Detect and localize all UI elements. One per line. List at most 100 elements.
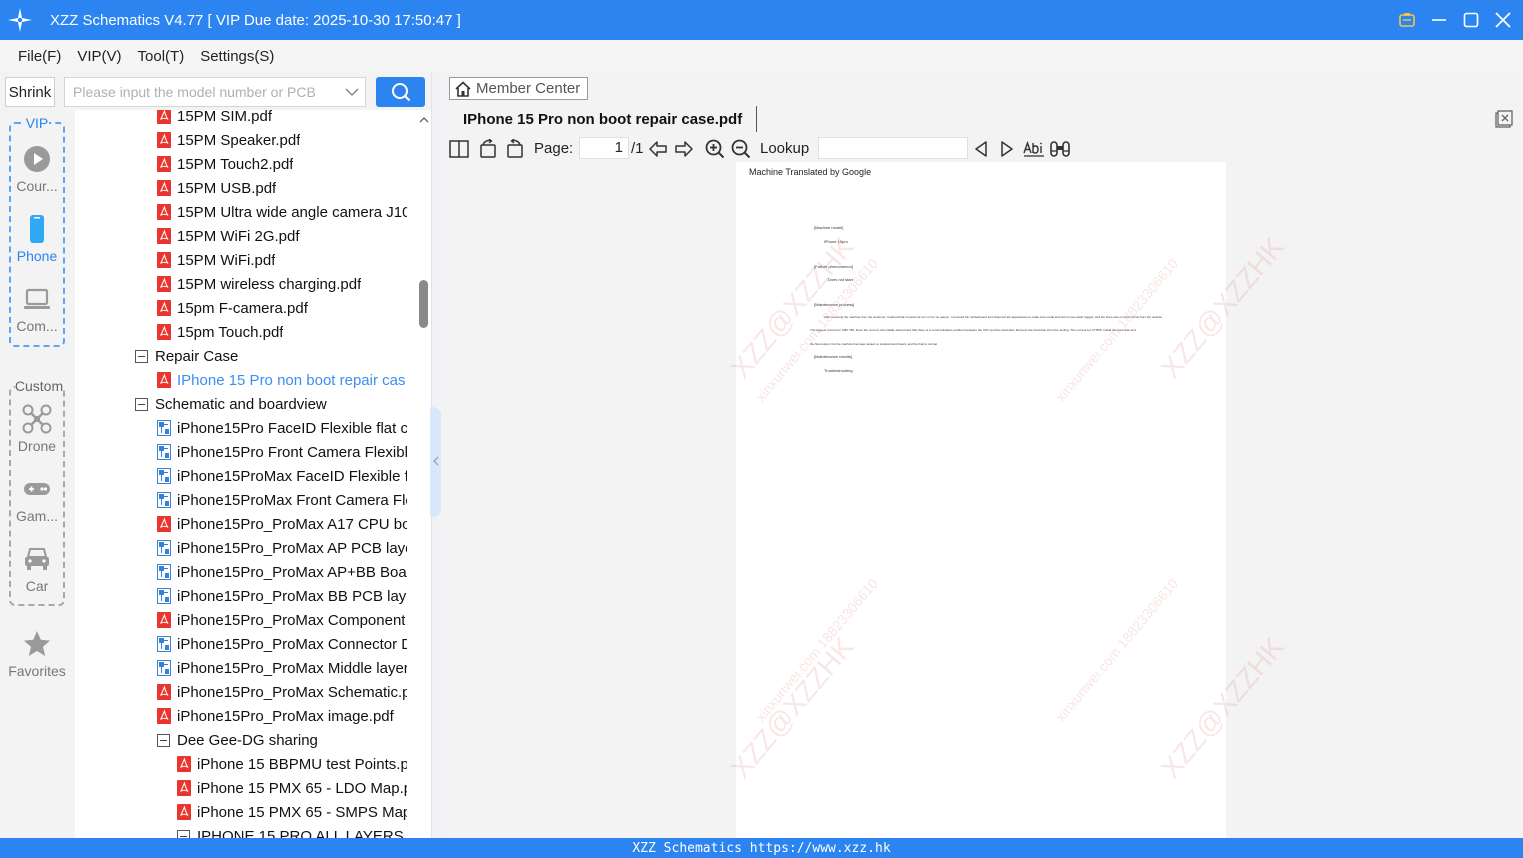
shrink-button[interactable]: Shrink	[5, 77, 55, 107]
category-game[interactable]: Gam...	[0, 474, 74, 524]
pdf-file-icon	[157, 180, 171, 196]
triangle-left-icon	[975, 141, 987, 157]
find-all-button[interactable]	[1049, 138, 1071, 160]
tree-file[interactable]: iPhone15Pro_ProMax Middle layer	[157, 656, 407, 680]
tree-file[interactable]: IPhone 15 Pro non boot repair cas	[157, 368, 407, 392]
tree-file[interactable]: 15PM Speaker.pdf	[157, 128, 407, 152]
tree-file[interactable]: 15PM USB.pdf	[157, 176, 407, 200]
doc-line: Troubleshooting	[824, 368, 853, 373]
category-computer[interactable]: Com...	[0, 284, 74, 334]
rotate-right-button[interactable]	[504, 138, 526, 160]
panel-splitter[interactable]	[430, 72, 442, 838]
tree-file[interactable]: iPhone15ProMax FaceID Flexible fl	[157, 464, 407, 488]
zoom-out-button[interactable]	[730, 138, 752, 160]
pcb-file-icon	[157, 540, 171, 556]
category-favorites[interactable]: Favorites	[0, 629, 74, 679]
model-search-combo[interactable]	[64, 77, 366, 107]
rotate-left-button[interactable]	[477, 138, 499, 160]
whole-word-icon	[1023, 140, 1044, 157]
tree-file[interactable]: iPhone15Pro Front Camera Flexible	[157, 440, 407, 464]
pdf-viewer[interactable]: Machine Translated by Google [Machine mo…	[441, 162, 1523, 838]
menu-file[interactable]: File(F)	[18, 48, 61, 65]
tree-file[interactable]: 15PM wireless charging.pdf	[157, 272, 407, 296]
tree-item-label: iPhone15Pro_ProMax AP+BB Boar	[177, 563, 407, 581]
minimize-button[interactable]	[1429, 10, 1449, 30]
tree-folder[interactable]: Dee Gee-DG sharing	[157, 728, 407, 752]
category-label: Gam...	[15, 508, 58, 524]
category-course[interactable]: Cour...	[0, 144, 74, 194]
watermark: XZZ@XZZHK	[1154, 631, 1290, 784]
tree-file[interactable]: 15PM SIM.pdf	[157, 110, 407, 128]
zoom-in-icon	[705, 139, 725, 159]
tree-file[interactable]: 15PM Ultra wide angle camera J10	[157, 200, 407, 224]
menu-vip[interactable]: VIP(V)	[77, 48, 121, 65]
pdf-file-icon	[177, 780, 191, 796]
next-page-button[interactable]	[673, 138, 695, 160]
collapse-icon[interactable]	[177, 829, 190, 838]
category-car[interactable]: Car	[0, 544, 74, 594]
collapse-icon[interactable]	[135, 349, 148, 363]
tree-item-label: iPhone15ProMax FaceID Flexible fl	[177, 467, 407, 485]
chevron-down-icon[interactable]	[339, 78, 365, 106]
collapse-icon[interactable]	[157, 733, 170, 747]
tree-folder[interactable]: IPHONE 15 PRO ALL LAYERS PI	[177, 824, 407, 838]
car-icon	[25, 548, 49, 570]
tree-file[interactable]: iPhone 15 BBPMU test Points.p	[177, 752, 407, 776]
tree-file[interactable]: 15PM WiFi.pdf	[157, 248, 407, 272]
zoom-in-button[interactable]	[704, 138, 726, 160]
category-label: Cour...	[16, 178, 58, 194]
collapse-icon[interactable]	[135, 397, 148, 411]
lookup-input[interactable]	[818, 137, 968, 159]
tree-file[interactable]: iPhone15Pro_ProMax Component	[157, 608, 407, 632]
two-page-view-button[interactable]	[448, 138, 470, 160]
tree-file[interactable]: iPhone15Pro_ProMax A17 CPU bot	[157, 512, 407, 536]
tree-file[interactable]: 15pm Touch.pdf	[157, 320, 407, 344]
tree-file[interactable]: iPhone15Pro_ProMax image.pdf	[157, 704, 407, 728]
tree-file[interactable]: iPhone15Pro_ProMax Connector D	[157, 632, 407, 656]
doc-line: iPhone 15pro	[824, 239, 848, 244]
prev-page-button[interactable]	[647, 138, 669, 160]
lookup-label: Lookup	[760, 140, 810, 157]
page-number-input[interactable]: 1	[579, 137, 629, 159]
category-drone[interactable]: Drone	[0, 404, 74, 454]
tree-file[interactable]: iPhone15Pro_ProMax AP+BB Boar	[157, 560, 407, 584]
document-tab[interactable]: IPhone 15 Pro non boot repair case.pdf	[451, 106, 758, 132]
tree-item-label: iPhone 15 PMX 65 - SMPS Map	[197, 803, 407, 821]
clipboard-icon[interactable]	[1397, 10, 1417, 30]
tree-scrollbar[interactable]	[415, 110, 431, 838]
tree-file[interactable]: iPhone15Pro_ProMax BB PCB layer	[157, 584, 407, 608]
tree-file[interactable]: 15PM Touch2.pdf	[157, 152, 407, 176]
pcb-file-icon	[157, 444, 171, 460]
menu-settings[interactable]: Settings(S)	[200, 48, 274, 65]
find-previous-button[interactable]	[970, 138, 992, 160]
tree-file[interactable]: iPhone15ProMax Front Camera Fle	[157, 488, 407, 512]
tree-file[interactable]: 15pm F-camera.pdf	[157, 296, 407, 320]
scrollbar-thumb[interactable]	[419, 280, 428, 328]
pdf-header-text: Machine Translated by Google	[749, 167, 872, 177]
arrow-left-icon	[649, 141, 667, 157]
tree-folder[interactable]: Schematic and boardview	[135, 392, 407, 416]
tree-folder[interactable]: Repair Case	[135, 344, 407, 368]
custom-group-label: Custom	[14, 378, 64, 394]
tree-file[interactable]: iPhone 15 PMX 65 - LDO Map.p	[177, 776, 407, 800]
pdf-file-icon	[177, 804, 191, 820]
tree-file[interactable]: iPhone15Pro FaceID Flexible flat ca	[157, 416, 407, 440]
scroll-up-icon[interactable]	[419, 116, 429, 124]
category-phone[interactable]: Phone	[0, 214, 74, 264]
find-next-button[interactable]	[996, 138, 1018, 160]
tree-file[interactable]: iPhone 15 PMX 65 - SMPS Map	[177, 800, 407, 824]
menu-tool[interactable]: Tool(T)	[138, 48, 185, 65]
close-tabs-icon[interactable]	[1495, 110, 1513, 128]
search-button[interactable]	[376, 77, 425, 107]
member-center-button[interactable]: Member Center	[449, 77, 588, 100]
tree-file[interactable]: 15PM WiFi 2G.pdf	[157, 224, 407, 248]
maximize-button[interactable]	[1461, 10, 1481, 30]
triangle-right-icon	[1001, 141, 1013, 157]
pcb-file-icon	[157, 660, 171, 676]
match-whole-word-button[interactable]	[1023, 138, 1045, 160]
pcb-file-icon	[157, 420, 171, 436]
close-button[interactable]	[1493, 10, 1513, 30]
search-input[interactable]	[73, 84, 339, 100]
tree-file[interactable]: iPhone15Pro_ProMax AP PCB laye	[157, 536, 407, 560]
tree-file[interactable]: iPhone15Pro_ProMax Schematic.p	[157, 680, 407, 704]
